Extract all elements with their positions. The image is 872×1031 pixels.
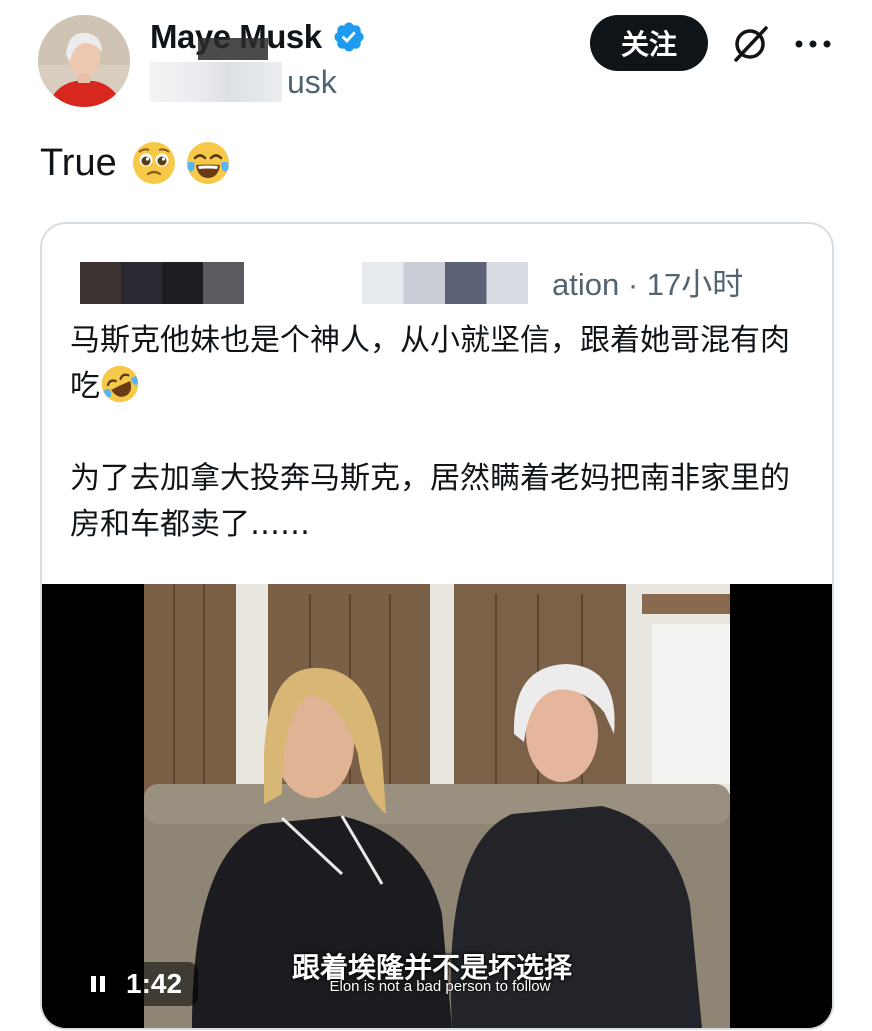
quoted-paragraph-1-text: 马斯克他妹也是个神人，从小就坚信，跟着她哥混有肉吃 (70, 323, 790, 404)
handle-redaction (150, 62, 282, 102)
quoted-author-redaction (80, 262, 244, 304)
tears-of-joy-emoji-icon (186, 142, 229, 184)
quoted-tweet-card[interactable]: ation · 17小时 马斯克他妹也是个神人，从小就坚信，跟着她哥混有肉吃 为… (40, 222, 834, 1030)
video-subtitle-english: Elon is not a bad person to follow (329, 978, 551, 995)
author-avatar[interactable] (38, 15, 130, 107)
verified-badge-icon (334, 22, 364, 52)
tweet-page: Maye Musk usk 关注 True ation · 17小时 马斯克他妹… (0, 0, 872, 1031)
tweet-text: True (40, 140, 231, 186)
quoted-handle-redaction (362, 262, 528, 304)
quoted-meta: ation · 17小时 (552, 267, 744, 302)
pleading-face-emoji-icon (132, 142, 175, 184)
quoted-body: 马斯克他妹也是个神人，从小就坚信，跟着她哥混有肉吃 为了去加拿大投奔马斯克，居然… (70, 318, 810, 548)
grok-icon[interactable] (728, 22, 772, 66)
avatar-image (38, 15, 130, 107)
video-controls[interactable]: 1:42 (72, 962, 199, 1006)
follow-button[interactable]: 关注 (590, 15, 708, 71)
quoted-paragraph-1: 马斯克他妹也是个神人，从小就坚信，跟着她哥混有肉吃 (70, 318, 810, 410)
pause-icon[interactable] (88, 974, 108, 994)
handle-visible-text: usk (287, 64, 337, 100)
rofl-emoji-icon (101, 365, 139, 403)
video-time: 1:42 (126, 968, 183, 999)
video-player[interactable]: 跟着埃隆并不是坏选择 Elon is not a bad person to f… (42, 584, 832, 1028)
more-options-icon[interactable] (794, 38, 832, 50)
name-redaction (198, 38, 268, 60)
tweet-text-content: True (40, 141, 117, 184)
quoted-paragraph-2: 为了去加拿大投奔马斯克，居然瞒着老妈把南非家里的房和车都卖了…… (70, 461, 790, 542)
